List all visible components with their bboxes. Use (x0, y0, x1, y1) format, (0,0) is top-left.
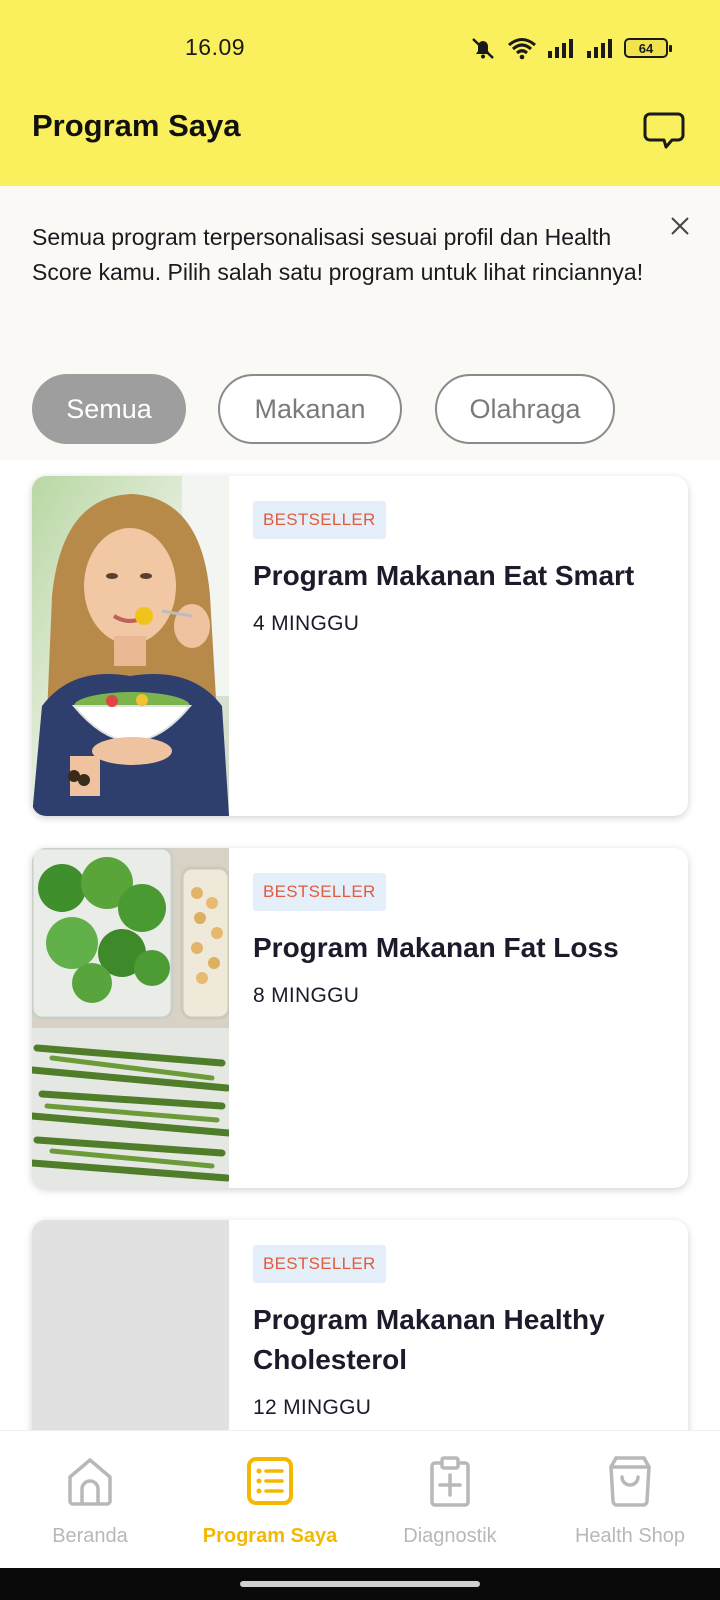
list-icon (247, 1457, 293, 1505)
program-image-woman-salad (32, 476, 229, 816)
app-header: 16.09 64 Program Saya (0, 0, 720, 186)
program-card-eat-smart[interactable]: BESTSELLER Program Makanan Eat Smart 4 M… (32, 476, 688, 816)
nav-label: Program Saya (202, 1525, 338, 1547)
info-banner-text: Semua program terpersonalisasi sesuai pr… (32, 224, 644, 285)
filter-chip-semua[interactable]: Semua (32, 374, 186, 444)
signal-icon-2 (587, 39, 612, 58)
shopping-bag-icon (609, 1456, 651, 1507)
program-image-broccoli-beans (32, 848, 229, 1188)
clipboard-plus-icon (430, 1456, 470, 1507)
program-title: Program Makanan Healthy Cholesterol (253, 1304, 605, 1375)
status-time: 16.09 (185, 34, 246, 60)
signal-icon (548, 39, 573, 58)
bottom-navigation: Beranda Program Saya Diagnostik Health S… (0, 1430, 720, 1568)
filter-chip-olahraga[interactable]: Olahraga (435, 374, 615, 444)
status-icons: 64 (468, 36, 672, 60)
bestseller-badge: BESTSELLER (253, 501, 386, 539)
program-duration: 12 MINGGU (253, 1396, 372, 1419)
program-duration: 8 MINGGU (253, 984, 360, 1007)
bestseller-badge: BESTSELLER (253, 873, 386, 911)
system-navigation-bar (0, 1568, 720, 1600)
nav-label: Diagnostik (403, 1525, 497, 1547)
program-card-fat-loss[interactable]: BESTSELLER Program Makanan Fat Loss 8 MI… (32, 848, 688, 1188)
chat-icon[interactable] (642, 110, 686, 150)
program-title: Program Makanan Eat Smart (253, 560, 635, 591)
home-icon (68, 1458, 112, 1506)
nav-item-program-saya[interactable]: Program Saya (180, 1431, 360, 1569)
mute-icon (472, 38, 494, 59)
program-title: Program Makanan Fat Loss (253, 932, 619, 963)
nav-label: Health Shop (574, 1525, 686, 1547)
home-gesture-pill[interactable] (240, 1581, 480, 1587)
nav-item-health-shop[interactable]: Health Shop (540, 1431, 720, 1569)
nav-item-diagnostik[interactable]: Diagnostik (360, 1431, 540, 1569)
program-duration: 4 MINGGU (253, 612, 360, 635)
close-icon[interactable] (668, 214, 692, 238)
nav-label: Beranda (52, 1525, 128, 1547)
bestseller-badge: BESTSELLER (253, 1245, 386, 1283)
battery-indicator: 64 (624, 38, 672, 58)
wifi-icon (508, 38, 536, 60)
nav-item-beranda[interactable]: Beranda (0, 1431, 180, 1569)
filter-chip-makanan[interactable]: Makanan (218, 374, 402, 444)
page-title: Program Saya (32, 108, 241, 143)
